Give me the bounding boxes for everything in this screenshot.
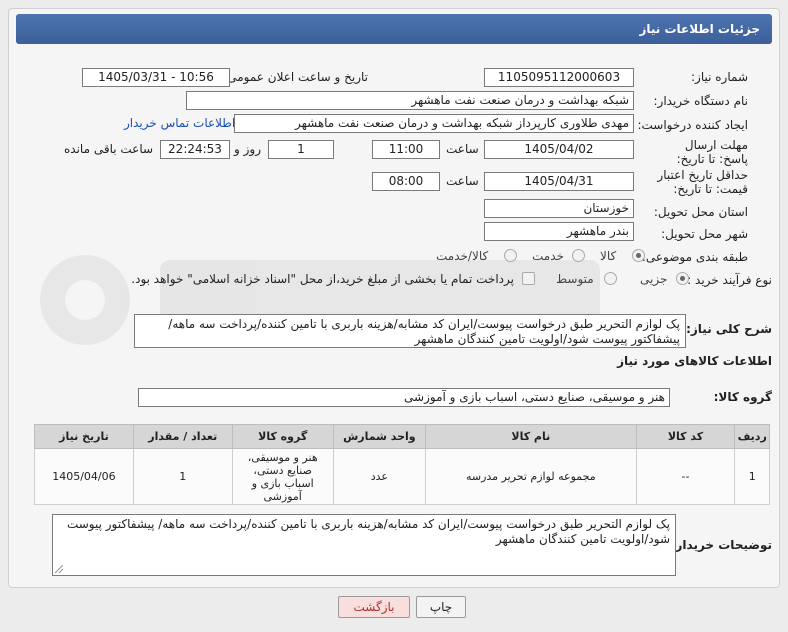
category-radio-goods-service[interactable]	[504, 249, 517, 262]
reply-date-field: 1405/04/02	[484, 140, 634, 159]
col-item-name: نام کالا	[425, 424, 637, 449]
cell-need-date: 1405/04/06	[34, 448, 134, 505]
price-validity-time-label: ساعت	[446, 174, 479, 188]
cell-goods-group: هنر و موسیقی، صنایع دستی، اسباب بازی و آ…	[231, 448, 334, 505]
category-radio-goods[interactable]	[632, 249, 645, 262]
reply-days-label: روز و	[234, 142, 261, 156]
table-header-row: ردیف کد کالا نام کالا واحد شمارش گروه کا…	[34, 424, 770, 449]
city-field: بندر ماهشهر	[484, 222, 634, 241]
remaining-time-label: ساعت باقی مانده	[64, 142, 154, 156]
goods-group-field: هنر و موسیقی، صنایع دستی، اسباب بازی و آ…	[138, 388, 670, 407]
remaining-time-field: 22:24:53	[160, 140, 230, 159]
process-radio-medium[interactable]	[604, 272, 617, 285]
page-title: جزئیات اطلاعات نیاز	[639, 22, 760, 36]
col-item-code: کد کالا	[635, 424, 736, 449]
requester-label: ایجاد کننده درخواست:	[637, 118, 748, 132]
cell-item-code: --	[635, 448, 736, 505]
table-row: 1 -- مجموعه لوازم تحریر مدرسه عدد هنر و …	[34, 448, 770, 505]
category-radio-service[interactable]	[572, 249, 585, 262]
col-need-date: تاریخ نیاز	[34, 424, 134, 449]
resize-grip-icon[interactable]	[55, 565, 63, 573]
need-number-label: شماره نیاز:	[691, 70, 748, 84]
goods-table: ردیف کد کالا نام کالا واحد شمارش گروه کا…	[34, 424, 770, 505]
buyer-org-label: نام دستگاه خریدار:	[653, 94, 749, 108]
col-quantity: تعداد / مقدار	[132, 424, 233, 449]
treasury-payment-note: پرداخت تمام یا بخشی از مبلغ خرید،از محل …	[131, 272, 514, 286]
cell-row-number: 1	[734, 448, 770, 505]
buyer-notes-label: توضیحات خریدار:	[670, 538, 772, 552]
need-number-field: 1105095112000603	[484, 68, 634, 87]
reply-deadline-label: مهلت ارسال پاسخ: تا تاریخ:	[676, 138, 748, 166]
col-goods-group: گروه کالا	[231, 424, 334, 449]
description-text: پک لوازم التحریر طبق درخواست پیوست/ایران…	[168, 317, 680, 346]
buyer-notes-textarea[interactable]: پک لوازم التحریر طبق درخواست پیوست/ایران…	[52, 514, 676, 576]
treasury-payment-checkbox[interactable]	[522, 272, 535, 285]
price-validity-label: حداقل تاریخ اعتبار قیمت: تا تاریخ:	[657, 168, 748, 196]
print-button[interactable]: چاپ	[416, 596, 466, 618]
reply-time-label: ساعت	[446, 142, 479, 156]
col-row-number: ردیف	[734, 424, 770, 449]
process-label: نوع فرآیند خرید :	[687, 273, 772, 287]
city-label: شهر محل تحویل:	[661, 227, 748, 241]
cell-item-name: مجموعه لوازم تحریر مدرسه	[425, 448, 637, 505]
buyer-contact-link[interactable]: اطلاعات تماس خریدار	[124, 116, 235, 130]
price-validity-date-field: 1405/04/31	[484, 172, 634, 191]
category-label: طبقه بندی موضوعی:	[641, 250, 748, 264]
province-label: استان محل تحویل:	[653, 205, 748, 219]
process-option-medium: متوسط	[556, 272, 594, 286]
buyer-notes-text: پک لوازم التحریر طبق درخواست پیوست/ایران…	[66, 517, 670, 546]
back-button[interactable]: بازگشت	[338, 596, 410, 618]
description-label: شرح کلی نیاز:	[686, 322, 772, 336]
category-option-goods-service: کالا/خدمت	[436, 249, 489, 263]
reply-days-field: 1	[268, 140, 334, 159]
process-option-minor: جزیی	[640, 272, 668, 286]
announce-field: 1405/03/31 - 10:56	[82, 68, 230, 87]
category-option-goods: کالا	[600, 249, 617, 263]
goods-group-label: گروه کالا:	[713, 390, 772, 404]
cell-quantity: 1	[132, 448, 233, 505]
process-radio-minor[interactable]	[676, 272, 689, 285]
category-option-service: خدمت	[532, 249, 564, 263]
province-field: خوزستان	[484, 199, 634, 218]
page-header: جزئیات اطلاعات نیاز	[16, 14, 772, 44]
price-validity-time-field: 08:00	[372, 172, 440, 191]
cell-unit: عدد	[332, 448, 427, 505]
announce-label: تاریخ و ساعت اعلان عمومی:	[223, 70, 368, 84]
description-textarea[interactable]: پک لوازم التحریر طبق درخواست پیوست/ایران…	[134, 314, 686, 348]
reply-time-field: 11:00	[372, 140, 440, 159]
col-unit: واحد شمارش	[332, 424, 427, 449]
buyer-org-field: شبکه بهداشت و درمان صنعت نفت ماهشهر	[186, 91, 634, 110]
requester-field: مهدی طلاوری کارپرداز شبکه بهداشت و درمان…	[234, 114, 634, 133]
goods-section-title: اطلاعات کالاهای مورد نیاز	[617, 354, 772, 368]
